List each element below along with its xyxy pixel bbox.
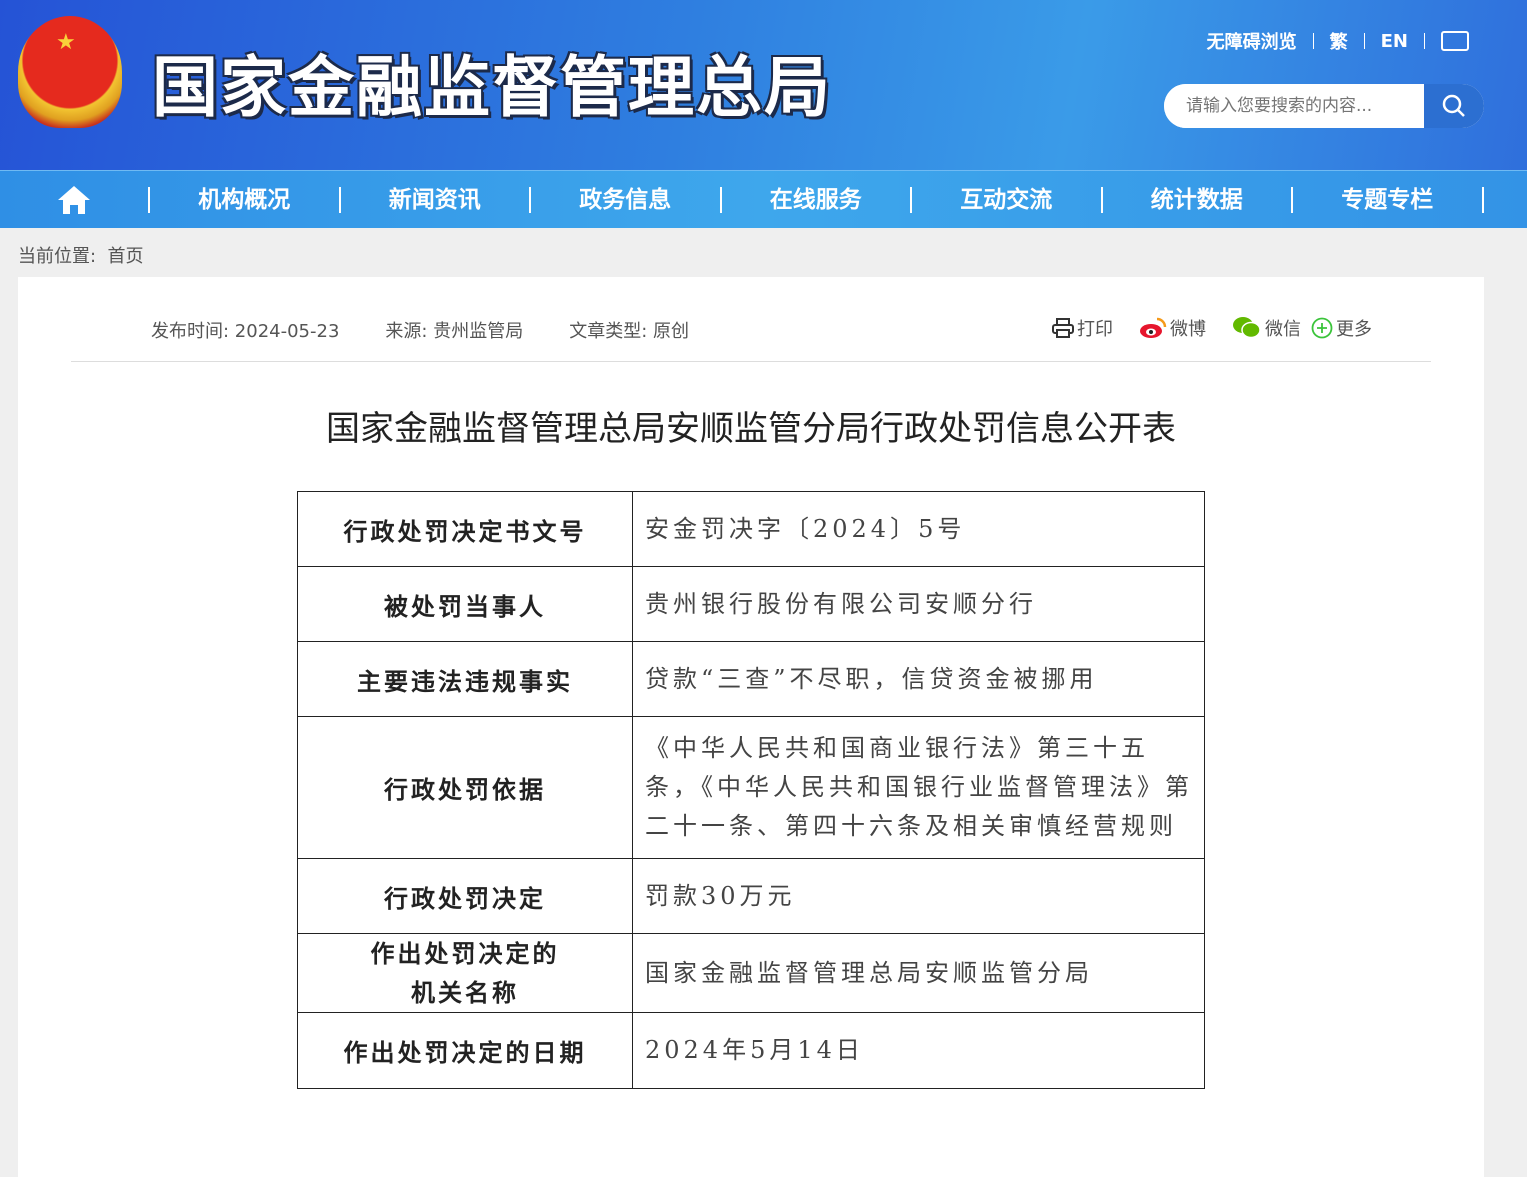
more-share[interactable]: 更多 [1311, 315, 1372, 341]
table-row: 行政处罚决定书文号 安金罚决字〔2024〕5号 [297, 491, 1205, 567]
nav-item[interactable]: 政务信息 [531, 186, 722, 213]
english-link[interactable]: EN [1381, 31, 1408, 52]
nav-item[interactable]: 统计数据 [1103, 186, 1293, 213]
top-links: 无障碍浏览 繁 EN [1207, 28, 1469, 54]
nav-item[interactable]: 机构概况 [150, 186, 341, 213]
share-bar: 打印 微博 微信 更多 [1052, 315, 1372, 341]
nav-item[interactable]: 互动交流 [912, 186, 1103, 213]
wechat-icon [1233, 317, 1261, 339]
breadcrumb-home[interactable]: 首页 [108, 246, 144, 267]
search-box [1164, 84, 1484, 128]
traditional-chinese-link[interactable]: 繁 [1330, 28, 1348, 54]
print-button[interactable]: 打印 [1052, 315, 1113, 341]
breadcrumb-label: 当前位置: [18, 246, 97, 267]
row-header: 被处罚当事人 [297, 566, 633, 642]
table-row: 作出处罚决定的机关名称 国家金融监督管理总局安顺监管分局 [297, 933, 1205, 1013]
printer-icon [1052, 318, 1074, 338]
weibo-icon [1140, 317, 1167, 338]
home-icon [58, 185, 90, 214]
nav-item[interactable]: 在线服务 [722, 186, 912, 213]
article-type: 文章类型: 原创 [569, 321, 689, 342]
article-card: 发布时间: 2024-05-23 来源: 贵州监管局 文章类型: 原创 打印 微… [18, 277, 1484, 1177]
table-row: 作出处罚决定的日期 2024年5月14日 [297, 1012, 1205, 1089]
row-value: 贷款“三查”不尽职，信贷资金被挪用 [632, 641, 1205, 717]
table-row: 被处罚当事人 贵州银行股份有限公司安顺分行 [297, 566, 1205, 642]
weibo-label: 微博 [1170, 319, 1206, 340]
search-button[interactable] [1424, 84, 1484, 128]
row-header: 行政处罚依据 [297, 716, 633, 859]
search-icon [1442, 94, 1465, 117]
row-value: 《中华人民共和国商业银行法》第三十五条，《中华人民共和国银行业监督管理法》第二十… [632, 716, 1205, 859]
search-input[interactable] [1164, 84, 1424, 128]
divider [71, 361, 1431, 362]
main-nav: 机构概况 新闻资讯 政务信息 在线服务 互动交流 统计数据 专题专栏 [0, 170, 1527, 228]
wechat-share[interactable]: 微信 [1232, 315, 1301, 341]
article-title: 国家金融监督管理总局安顺监管分局行政处罚信息公开表 [326, 409, 1176, 449]
breadcrumb: 当前位置: 首页 [18, 242, 144, 268]
row-header: 主要违法违规事实 [297, 641, 633, 717]
nav-home[interactable] [0, 185, 150, 214]
table-row: 行政处罚依据 《中华人民共和国商业银行法》第三十五条，《中华人民共和国银行业监督管… [297, 716, 1205, 859]
article-meta: 发布时间: 2024-05-23 来源: 贵州监管局 文章类型: 原创 [151, 317, 689, 343]
row-value: 国家金融监督管理总局安顺监管分局 [632, 933, 1205, 1013]
national-emblem-logo: ★ [18, 16, 122, 128]
more-label: 更多 [1336, 319, 1372, 340]
site-header: ★ 国家金融监督管理总局 无障碍浏览 繁 EN [0, 0, 1527, 170]
site-title[interactable]: 国家金融监督管理总局 [152, 34, 832, 130]
wechat-label: 微信 [1265, 319, 1301, 340]
row-header: 行政处罚决定书文号 [297, 491, 633, 567]
row-value: 贵州银行股份有限公司安顺分行 [632, 566, 1205, 642]
table-row: 主要违法违规事实 贷款“三查”不尽职，信贷资金被挪用 [297, 641, 1205, 717]
row-value: 安金罚决字〔2024〕5号 [632, 491, 1205, 567]
mail-icon[interactable] [1441, 31, 1469, 51]
penalty-info-table: 行政处罚决定书文号 安金罚决字〔2024〕5号 被处罚当事人 贵州银行股份有限公司安… [297, 491, 1205, 1089]
row-header: 行政处罚决定 [297, 858, 633, 934]
row-value: 罚款30万元 [632, 858, 1205, 934]
weibo-share[interactable]: 微博 [1139, 315, 1206, 341]
nav-item[interactable]: 新闻资讯 [341, 186, 531, 213]
source: 来源: 贵州监管局 [385, 321, 524, 342]
table-row: 行政处罚决定 罚款30万元 [297, 858, 1205, 934]
accessibility-link[interactable]: 无障碍浏览 [1207, 28, 1297, 54]
row-value: 2024年5月14日 [632, 1012, 1205, 1089]
plus-circle-icon [1311, 317, 1333, 339]
row-header: 作出处罚决定的日期 [297, 1012, 633, 1089]
print-label: 打印 [1077, 319, 1113, 340]
publish-date: 发布时间: 2024-05-23 [151, 321, 340, 342]
row-header: 作出处罚决定的机关名称 [297, 933, 633, 1013]
nav-item[interactable]: 专题专栏 [1293, 186, 1484, 213]
